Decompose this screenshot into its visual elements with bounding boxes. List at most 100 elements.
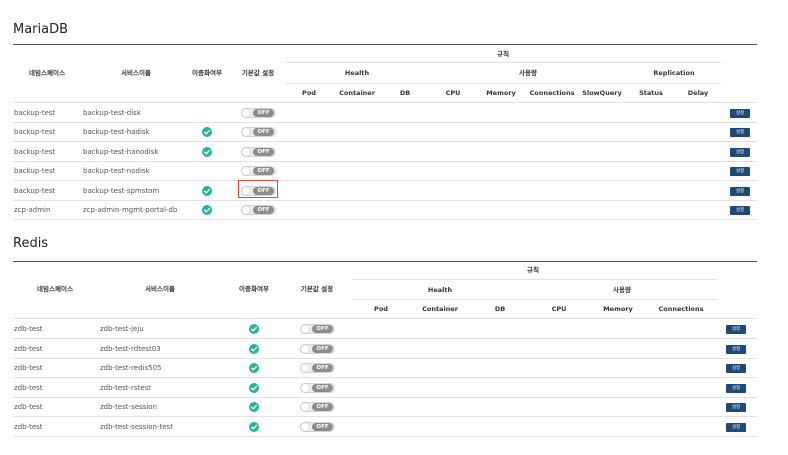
redis-rules-divider [352, 279, 717, 280]
namespace-cell: zdb-test [14, 364, 43, 372]
settings-button[interactable]: 설정 [730, 147, 750, 157]
toggle-knob [301, 364, 309, 372]
default-setting-toggle[interactable]: OFF [241, 108, 276, 118]
row-divider [13, 377, 757, 378]
default-setting-toggle[interactable]: OFF [300, 363, 335, 373]
row-divider [13, 357, 757, 359]
settings-button[interactable]: 설정 [726, 325, 746, 334]
settings-button[interactable]: 설정 [726, 364, 746, 373]
mariadb-sub-pod: Pod [302, 89, 316, 97]
mariadb-sub-status: Status [639, 89, 663, 97]
row-divider [13, 160, 757, 162]
mariadb-sub-db: DB [399, 89, 411, 97]
toggle-knob [242, 109, 250, 117]
mariadb-sub-connections: Connections [529, 89, 575, 97]
settings-button[interactable]: 설정 [730, 206, 750, 215]
redis-col-rules: 규칙 [527, 266, 539, 274]
settings-button[interactable]: 설정 [730, 167, 750, 177]
mariadb-sub-cpu: CPU [445, 89, 461, 97]
namespace-cell: zdb-test [14, 383, 43, 392]
row-divider [13, 199, 757, 201]
namespace-cell: zcp-admin [14, 206, 51, 214]
redis-col-namespace: 네임스페이스 [37, 285, 73, 293]
mariadb-rules-divider [285, 62, 721, 63]
toggle-state-label: OFF [312, 325, 333, 333]
settings-button[interactable]: 설정 [726, 403, 746, 412]
mariadb-col-default-setting: 기본값 설정 [241, 69, 275, 77]
check-circle-icon [249, 324, 259, 334]
service-name-cell: backup-test-spmstom [83, 186, 160, 195]
settings-button[interactable]: 설정 [730, 128, 750, 138]
namespace-cell: backup-test [14, 147, 56, 156]
row-divider [13, 219, 757, 220]
redis-sub-db: DB [494, 305, 506, 313]
toggle-knob [301, 383, 309, 392]
default-setting-toggle[interactable]: OFF [241, 166, 276, 177]
row-divider [13, 435, 757, 437]
mariadb-col-redundancy: 이중화여부 [192, 69, 222, 77]
namespace-cell: zdb-test [14, 344, 43, 353]
service-name-cell: zdb-test-redis505 [100, 364, 162, 372]
mariadb-col-health: Health [344, 69, 370, 77]
namespace-cell: backup-test [14, 128, 56, 137]
toggle-knob [301, 325, 309, 333]
toggle-state-label: OFF [312, 383, 333, 392]
toggle-knob [242, 128, 250, 137]
service-name-cell: zdb-test-session-test [100, 422, 173, 431]
mariadb-sub-delay: Delay [687, 89, 709, 97]
toggle-state-label: OFF [253, 167, 274, 176]
settings-button[interactable]: 설정 [730, 109, 750, 118]
service-name-cell: backup-test-hanodisk [83, 147, 159, 156]
toggle-state-label: OFF [253, 147, 274, 156]
default-setting-toggle[interactable]: OFF [300, 402, 335, 412]
mariadb-col-replication: Replication [653, 69, 695, 77]
default-setting-toggle[interactable]: OFF [241, 146, 276, 157]
mariadb-section-title: MariaDB [13, 22, 69, 37]
toggle-knob [301, 422, 309, 431]
namespace-cell: backup-test [14, 186, 56, 195]
toggle-knob [301, 344, 309, 353]
row-divider [13, 416, 757, 417]
default-setting-toggle[interactable]: OFF [300, 421, 335, 432]
default-setting-toggle[interactable]: OFF [300, 343, 335, 354]
redis-col-service-name: 서비스이름 [145, 285, 175, 293]
settings-button[interactable]: 설정 [726, 344, 746, 354]
row-divider [13, 338, 757, 339]
toggle-state-label: OFF [253, 206, 274, 214]
namespace-cell: zdb-test [14, 422, 43, 431]
mariadb-group-divider [285, 83, 721, 84]
toggle-state-label: OFF [312, 422, 333, 431]
toggle-knob [242, 147, 250, 156]
settings-button[interactable]: 설정 [730, 186, 750, 196]
settings-button[interactable]: 설정 [726, 422, 746, 432]
service-name-cell: zdb-test-jeju [100, 325, 144, 333]
redis-col-default-setting: 기본값 설정 [300, 285, 334, 293]
check-circle-icon [202, 185, 212, 196]
redis-col-health: Health [427, 286, 453, 294]
settings-button[interactable]: 설정 [726, 383, 746, 393]
mariadb-col-service-name: 서비스이름 [121, 69, 151, 77]
mariadb-col-usage: 사용량 [519, 69, 537, 77]
default-setting-toggle[interactable]: OFF [300, 324, 335, 334]
service-name-cell: zcp-admin-mgmt-portal-db [83, 206, 178, 214]
row-divider [13, 141, 757, 143]
check-circle-icon [249, 402, 259, 412]
service-name-cell: backup-test-disk [83, 109, 141, 117]
service-name-cell: zdb-test-rstest [100, 383, 152, 392]
mariadb-col-rules: 규칙 [497, 50, 509, 58]
row-divider [13, 122, 757, 123]
check-circle-icon [202, 127, 212, 138]
service-name-cell: zdb-test-rdtest03 [100, 344, 161, 353]
row-divider [13, 180, 757, 182]
toggle-state-label: OFF [312, 403, 333, 411]
check-circle-icon [249, 343, 259, 354]
mariadb-header-bottom [13, 102, 757, 103]
mariadb-sub-memory: Memory [486, 89, 516, 97]
namespace-cell: zdb-test [14, 403, 43, 411]
default-setting-toggle[interactable]: OFF [241, 205, 276, 215]
default-setting-toggle[interactable]: OFF [300, 382, 335, 393]
redis-sub-container: Container [422, 305, 458, 313]
check-circle-icon [249, 382, 259, 393]
highlight-box [238, 180, 278, 198]
default-setting-toggle[interactable]: OFF [241, 127, 276, 138]
